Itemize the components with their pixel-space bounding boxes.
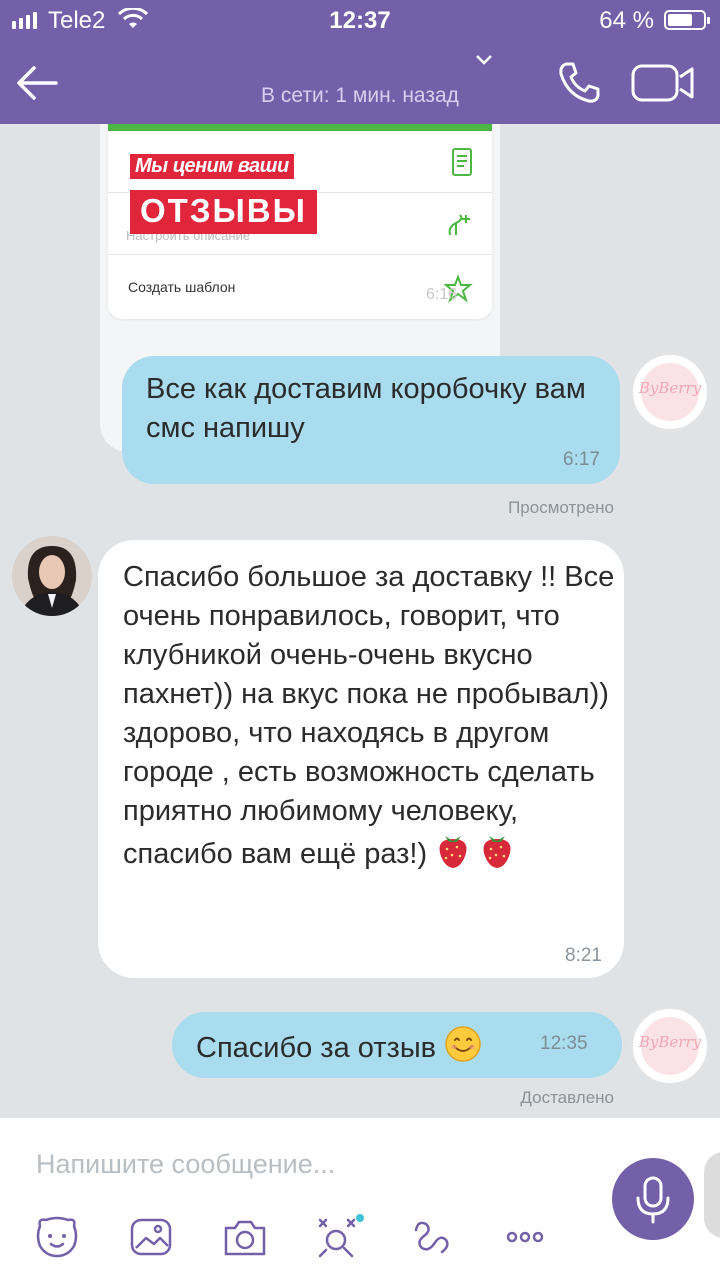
composer bbox=[0, 1118, 720, 1280]
sticker-icon bbox=[36, 1216, 78, 1258]
strawberry-icon bbox=[479, 831, 515, 880]
strawberry-icon bbox=[435, 831, 471, 880]
shared-screenshot: Настроить описание Создать шаблон 6:16 М… bbox=[108, 124, 492, 319]
camera-icon bbox=[224, 1220, 266, 1256]
message-text: Спасибо большое за доставку !! Все очень… bbox=[123, 558, 617, 880]
message-bubble-outgoing[interactable]: Все как доставим коробочку вам смс напиш… bbox=[122, 356, 620, 484]
smiling-face-icon bbox=[444, 1025, 482, 1074]
battery-percent: 64 % bbox=[599, 7, 654, 34]
video-call-button[interactable] bbox=[630, 58, 696, 108]
presence-status: В сети: 1 мин. назад bbox=[261, 84, 459, 107]
message-bubble-incoming[interactable]: Спасибо большое за доставку !! Все очень… bbox=[98, 540, 624, 978]
games-button[interactable] bbox=[314, 1212, 364, 1262]
status-bar: Tele2 12:37 64 % bbox=[0, 0, 720, 40]
avatar[interactable]: ByBerry bbox=[630, 1006, 710, 1086]
video-camera-icon bbox=[631, 64, 694, 102]
green-bar bbox=[108, 124, 492, 131]
doodle-icon bbox=[414, 1221, 449, 1254]
message-text: Все как доставим коробочку вам смс напиш… bbox=[146, 373, 586, 444]
more-icon bbox=[506, 1231, 544, 1243]
banner-line-2: ОТЗЫВЫ bbox=[130, 190, 317, 234]
avatar[interactable] bbox=[12, 536, 92, 616]
side-action-button[interactable] bbox=[704, 1152, 720, 1238]
sticker-button[interactable] bbox=[32, 1212, 82, 1262]
message-input[interactable] bbox=[36, 1144, 576, 1184]
card-create-template: Создать шаблон bbox=[128, 279, 236, 295]
microphone-icon bbox=[636, 1176, 670, 1224]
battery-icon bbox=[664, 10, 710, 30]
read-status: Просмотрено bbox=[508, 498, 614, 517]
composer-toolbar bbox=[0, 1212, 600, 1268]
phone-icon bbox=[559, 62, 600, 103]
banner-line-1: Мы ценим ваши bbox=[130, 154, 294, 179]
message-time: 8:21 bbox=[565, 945, 602, 966]
document-icon bbox=[452, 148, 472, 176]
doodle-button[interactable] bbox=[406, 1212, 456, 1262]
message-time: 12:35 bbox=[540, 1033, 588, 1054]
avatar[interactable]: ByBerry bbox=[630, 352, 710, 432]
message-bubble-outgoing[interactable]: Спасибо за отзыв 12:35 bbox=[172, 1012, 622, 1078]
user-photo bbox=[12, 536, 92, 616]
chat-header: В сети: 1 мин. назад bbox=[0, 40, 720, 124]
gallery-icon bbox=[130, 1218, 172, 1256]
card-time: 6:16 bbox=[426, 286, 458, 303]
chat-area[interactable]: Настроить описание Создать шаблон 6:16 М… bbox=[0, 124, 720, 1118]
message-time: 6:17 bbox=[563, 449, 600, 470]
avatar-brand-text: ByBerry bbox=[638, 1033, 702, 1051]
avatar-brand-text: ByBerry bbox=[638, 379, 702, 397]
add-link-icon bbox=[448, 214, 470, 236]
delivery-status: Доставлено bbox=[520, 1088, 614, 1107]
call-button[interactable] bbox=[554, 58, 604, 108]
camera-button[interactable] bbox=[220, 1212, 270, 1262]
gallery-button[interactable] bbox=[126, 1212, 176, 1262]
more-button[interactable] bbox=[500, 1212, 550, 1262]
voice-message-button[interactable] bbox=[612, 1158, 694, 1240]
game-icon bbox=[318, 1214, 364, 1258]
chevron-down-icon[interactable] bbox=[475, 54, 493, 66]
message-text: Спасибо за отзыв bbox=[196, 1025, 482, 1074]
